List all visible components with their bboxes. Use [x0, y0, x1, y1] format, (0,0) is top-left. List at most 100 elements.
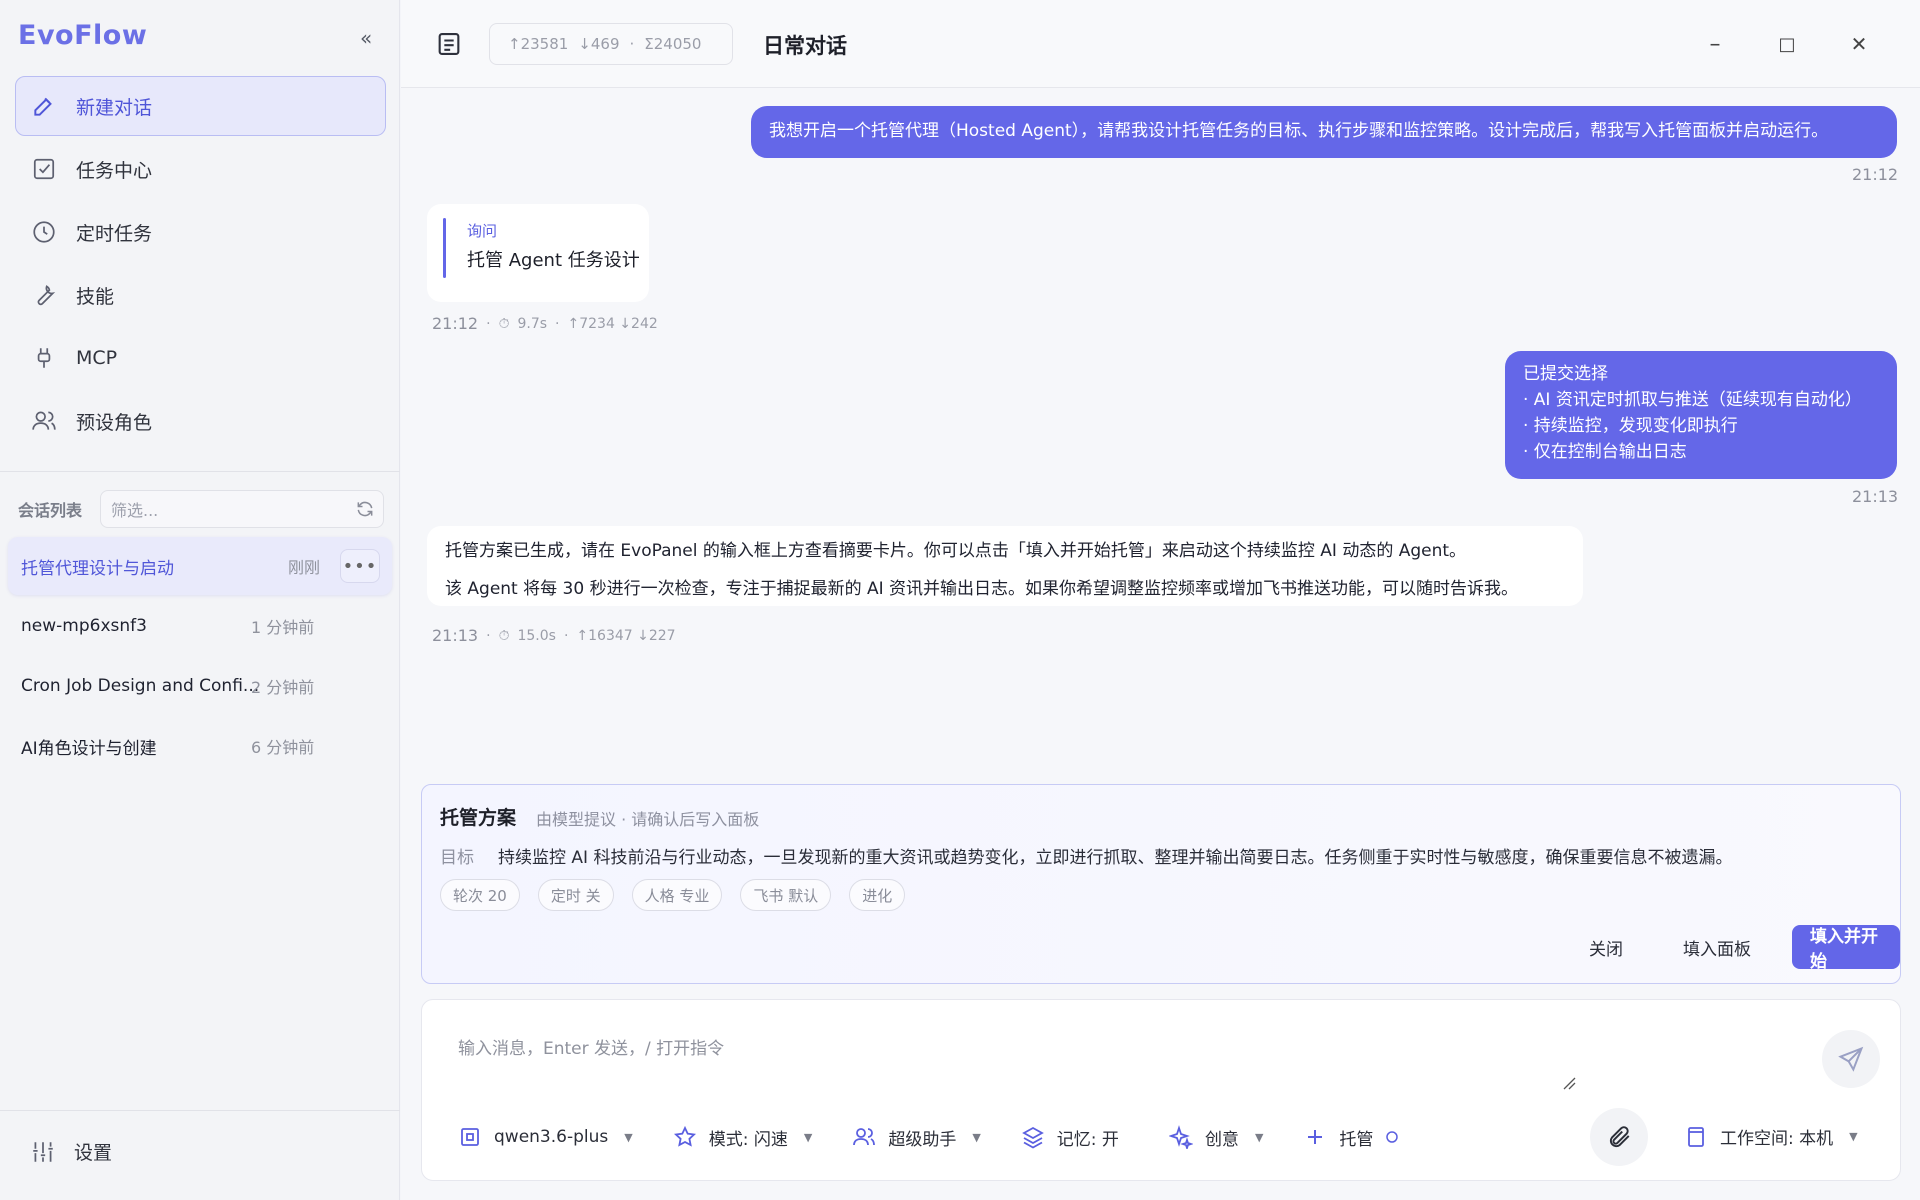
minimize-button[interactable]: –	[1701, 30, 1729, 58]
model-label: qwen3.6-plus	[494, 1127, 609, 1147]
creative-selector[interactable]: 创意 ▼	[1168, 1122, 1264, 1152]
layers-icon	[1021, 1126, 1044, 1149]
session-filter-input[interactable]: 筛选...	[100, 490, 384, 528]
nav-label: 预设角色	[76, 411, 153, 434]
message-line: 该 Agent 将每 30 秒进行一次检查，专注于捕捉最新的 AI 资讯并输出日…	[445, 579, 1519, 599]
collapse-sidebar-button[interactable]: «	[360, 26, 372, 50]
memory-toggle[interactable]: 记忆: 开	[1021, 1122, 1119, 1152]
refresh-icon[interactable]	[355, 499, 375, 519]
plug-icon	[30, 344, 58, 372]
token-counter: ↑23581 ↓469 · Σ24050	[489, 23, 733, 65]
plan-close-button[interactable]: 关闭	[1570, 925, 1642, 969]
close-button[interactable]: ✕	[1845, 30, 1873, 58]
message-time: 21:13	[1852, 487, 1899, 506]
message-line: · AI 资讯定时抓取与推送（延续现有自动化）	[1523, 390, 1862, 410]
role-selector[interactable]: 超级助手 ▼	[852, 1122, 981, 1152]
session-list-title: 会话列表	[18, 501, 83, 520]
ask-card-bar	[443, 218, 446, 278]
session-title: new-mp6xsnf3	[21, 616, 147, 636]
workspace-selector[interactable]: 工作空间: 本机 ▼	[1684, 1124, 1858, 1149]
divider	[0, 1110, 400, 1111]
workspace-label: 工作空间: 本机	[1720, 1129, 1834, 1149]
goal-value: 持续监控 AI 科技前沿与行业动态，一旦发现新的重大资讯或趋势变化，立即进行抓取…	[498, 848, 1733, 868]
nav-task-center[interactable]: 任务中心	[15, 139, 386, 199]
document-icon[interactable]	[435, 30, 463, 58]
tokens-total: Σ24050	[644, 35, 702, 53]
hosted-label: 托管	[1339, 1129, 1374, 1150]
message-composer: 输入消息，Enter 发送，/ 打开指令 qwen3.6-plus ▼ 模式: …	[421, 999, 1901, 1181]
meta-dot: ·	[555, 315, 560, 332]
session-title: Cron Job Design and Confi...	[21, 676, 260, 696]
message-time: 21:12	[432, 314, 479, 333]
timer-icon: ⏱	[498, 627, 510, 644]
top-bar: ↑23581 ↓469 · Σ24050 日常对话 – □ ✕	[401, 0, 1920, 88]
tokens-in: ↑23581	[508, 35, 569, 53]
nav-preset-roles[interactable]: 预设角色	[15, 391, 386, 451]
send-button[interactable]	[1822, 1030, 1880, 1088]
session-item[interactable]: Cron Job Design and Confi... 2 分钟前	[8, 657, 392, 715]
plan-chip: 进化	[849, 879, 906, 911]
resize-handle-icon[interactable]	[1562, 1076, 1576, 1090]
message-time: 21:12	[1852, 165, 1899, 184]
plus-icon	[1308, 1130, 1323, 1144]
meta-dot: ·	[486, 627, 491, 644]
chevron-down-icon: ▼	[803, 1130, 813, 1144]
nav-new-chat[interactable]: 新建对话	[15, 76, 386, 136]
message-line: · 仅在控制台输出日志	[1523, 442, 1687, 462]
nav-skills[interactable]: 技能	[15, 265, 386, 325]
model-selector[interactable]: qwen3.6-plus ▼	[458, 1122, 633, 1152]
app-logo: EvoFlow	[18, 20, 148, 51]
more-options-button[interactable]: •••	[340, 549, 380, 583]
message-meta: 21:13 · ⏱ 15.0s · ↑16347 ↓227	[432, 626, 676, 645]
user-message: 我想开启一个托管代理（Hosted Agent），请帮我设计托管任务的目标、执行…	[751, 106, 1897, 158]
duration: 9.7s	[517, 315, 548, 332]
ask-label: 询问	[467, 222, 498, 240]
divider	[0, 471, 400, 472]
nav-mcp[interactable]: MCP	[15, 328, 386, 388]
token-usage: ↑16347 ↓227	[576, 627, 676, 644]
star-icon	[673, 1125, 696, 1147]
message-meta: 21:12 · ⏱ 9.7s · ↑7234 ↓242	[432, 314, 658, 333]
nav-scheduled-tasks[interactable]: 定时任务	[15, 202, 386, 262]
maximize-button[interactable]: □	[1773, 30, 1801, 58]
role-label: 超级助手	[888, 1129, 957, 1150]
message-time: 21:13	[432, 626, 479, 645]
assistant-message: 托管方案已生成，请在 EvoPanel 的输入框上方查看摘要卡片。你可以点击「填…	[427, 526, 1583, 606]
creative-label: 创意	[1204, 1129, 1239, 1150]
filter-placeholder: 筛选...	[111, 501, 159, 520]
chevron-down-icon: ▼	[624, 1130, 633, 1144]
session-item[interactable]: new-mp6xsnf3 1 分钟前	[8, 597, 392, 655]
plan-chip: 轮次 20	[440, 879, 520, 911]
chevron-down-icon: ▼	[1254, 1130, 1264, 1144]
users-icon	[30, 407, 58, 435]
meta-dot: ·	[563, 627, 569, 644]
hosted-toggle[interactable]: 托管	[1303, 1122, 1399, 1152]
users-icon	[853, 1128, 876, 1146]
fill-and-start-button[interactable]: 填入并开始	[1792, 925, 1900, 972]
message-line: 托管方案已生成，请在 EvoPanel 的输入框上方查看摘要卡片。你可以点击「填…	[445, 541, 1467, 561]
attach-button[interactable]	[1590, 1108, 1648, 1166]
fill-panel-button[interactable]: 填入面板	[1662, 925, 1772, 969]
session-item[interactable]: AI角色设计与创建 6 分钟前	[8, 717, 392, 775]
session-list: 托管代理设计与启动 刚刚 ••• new-mp6xsnf3 1 分钟前 Cron…	[8, 537, 392, 777]
message-input[interactable]: 输入消息，Enter 发送，/ 打开指令	[458, 1034, 724, 1059]
nav-label: 任务中心	[76, 159, 153, 182]
wrench-icon	[30, 281, 58, 309]
message-line: 已提交选择	[1523, 364, 1608, 384]
ask-value: 托管 Agent 任务设计	[467, 250, 640, 271]
plan-title: 托管方案	[440, 807, 517, 829]
goal-label: 目标	[440, 848, 474, 868]
plan-chip: 定时 关	[537, 879, 614, 911]
session-item[interactable]: 托管代理设计与启动 刚刚 •••	[8, 537, 392, 595]
settings-button[interactable]: 设置	[30, 1138, 112, 1165]
chip-icon	[461, 1128, 479, 1146]
user-message: 已提交选择 · AI 资讯定时抓取与推送（延续现有自动化） · 持续监控，发现变…	[1505, 351, 1897, 479]
session-time: 刚刚	[288, 558, 321, 577]
meta-dot: ·	[486, 315, 491, 332]
duration: 15.0s	[517, 627, 556, 644]
token-usage: ↑7234 ↓242	[567, 315, 658, 332]
sliders-icon	[33, 1141, 53, 1162]
nav-label: 新建对话	[76, 96, 153, 119]
mode-selector[interactable]: 模式: 闪速 ▼	[673, 1122, 813, 1152]
checkbox-icon	[30, 155, 58, 183]
